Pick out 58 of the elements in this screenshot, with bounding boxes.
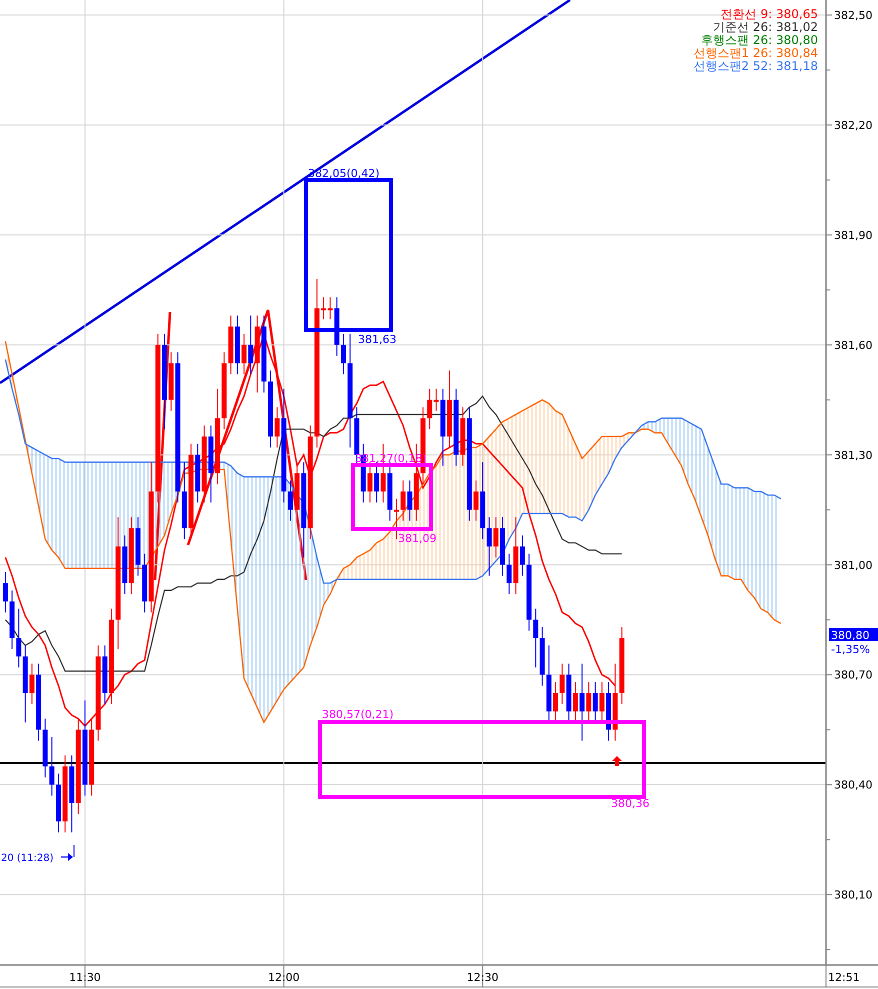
trend-line[interactable] xyxy=(0,0,571,384)
legend-entry: 전환선 9: 380,65 xyxy=(720,7,818,21)
price-axis-label: 380,40 xyxy=(834,778,872,792)
pointer-arrow xyxy=(61,844,74,861)
candlestick xyxy=(553,682,558,723)
up-arrow-icon xyxy=(612,756,622,766)
price-label: 381,09 xyxy=(398,532,436,545)
legend-entry: 선행스팬1 26: 380,84 xyxy=(693,46,818,60)
price-label: 380,36 xyxy=(611,797,650,810)
time-axis-label: 12:51 xyxy=(828,971,860,984)
price-axis-label: 380,70 xyxy=(834,668,872,682)
price-axis-label: 382,20 xyxy=(834,118,872,132)
marker-rectangle[interactable] xyxy=(304,178,393,332)
candlestick xyxy=(16,608,22,668)
legend-entry: 기준선 26: 381,02 xyxy=(713,20,818,34)
candlestick xyxy=(248,315,254,375)
marker-rectangle[interactable] xyxy=(318,720,646,799)
low-price-label: 20 (11:28) xyxy=(1,853,54,864)
horizontal-line[interactable] xyxy=(0,762,826,764)
candlestick xyxy=(599,682,604,723)
legend-entry: 선행스팬2 52: 381,18 xyxy=(693,59,818,73)
candlestick xyxy=(493,516,498,558)
price-axis-label: 381,00 xyxy=(834,558,872,572)
time-axis-label: 11:30 xyxy=(69,971,101,984)
trend-line[interactable] xyxy=(186,308,308,580)
price-axis-label: 381,30 xyxy=(834,448,872,462)
candlestick xyxy=(520,534,525,576)
candlestick xyxy=(274,406,280,448)
candlestick xyxy=(367,462,372,503)
candlestick xyxy=(49,736,54,796)
candlestick xyxy=(592,682,598,723)
time-axis-label: 12:30 xyxy=(466,971,498,984)
candlestick xyxy=(474,480,479,522)
legend-entry: 후행스팬 26: 380,80 xyxy=(701,33,818,47)
candlestick xyxy=(586,682,592,723)
candlestick xyxy=(2,572,8,613)
candlestick xyxy=(560,663,565,705)
candlestick xyxy=(407,480,412,522)
price-change: -1,35% xyxy=(831,643,870,656)
trend-line[interactable] xyxy=(154,312,172,580)
candlestick xyxy=(374,462,380,503)
last-price-tag: 380,80 xyxy=(829,628,878,642)
price-axis-label: 380,10 xyxy=(834,888,872,902)
candlestick xyxy=(242,333,247,375)
candlestick xyxy=(506,553,512,595)
candlestick xyxy=(580,663,585,742)
candlestick xyxy=(572,682,578,723)
price-axis-label: 382,50 xyxy=(834,9,872,22)
price-axis-label: 381,90 xyxy=(834,228,872,242)
candlestick xyxy=(533,608,538,668)
price-axis-label: 381,60 xyxy=(834,338,872,352)
candlestick xyxy=(340,333,346,375)
candlestick xyxy=(29,663,34,705)
time-axis-label: 12:00 xyxy=(268,971,300,984)
marker-rectangle[interactable] xyxy=(351,463,433,531)
price-label: 381,63 xyxy=(358,333,396,346)
candlestick xyxy=(288,480,293,522)
price-label: 380,57(0,21) xyxy=(322,708,394,721)
